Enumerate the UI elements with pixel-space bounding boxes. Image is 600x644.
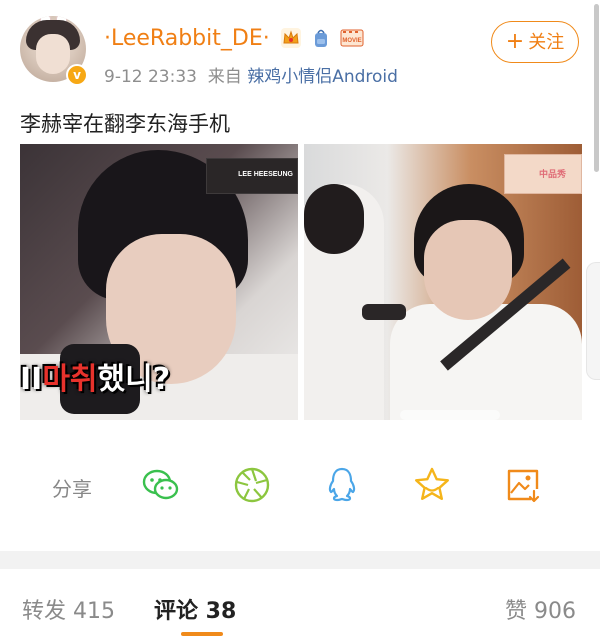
source-link[interactable]: 辣鸡小情侣Android: [247, 67, 398, 87]
crown-icon[interactable]: [280, 27, 302, 49]
movie-icon[interactable]: MOVIE: [340, 27, 364, 49]
broadcast-inset: LEE HEESEUNG: [206, 158, 298, 194]
tab-likes[interactable]: 赞 906: [505, 593, 576, 625]
username[interactable]: ·LeeRabbit_DE·: [104, 26, 270, 51]
movie-badge-label: MOVIE: [342, 38, 361, 44]
source-prefix: 来自: [207, 67, 242, 87]
plus-icon: +: [505, 29, 525, 54]
inset-label: LEE HEESEUNG: [238, 171, 293, 178]
section-divider: [0, 551, 600, 569]
share-label: 分享: [52, 477, 92, 501]
post-text: 李赫宰在翻李东海手机: [20, 112, 230, 136]
favorite-icon[interactable]: [412, 465, 452, 505]
side-drawer-handle[interactable]: [586, 262, 600, 380]
subtitle-rest: 했니?: [97, 362, 171, 397]
video-subtitle: II마취했니?: [20, 362, 171, 397]
verified-badge-icon: v: [66, 64, 88, 86]
wechat-icon[interactable]: [141, 465, 181, 505]
broadcast-inset: 中品秀: [504, 154, 582, 194]
post-image-2[interactable]: 中品秀: [304, 144, 582, 420]
inset-label: 中品秀: [539, 170, 567, 180]
timestamp: 9-12 23:33: [104, 67, 197, 87]
tab-comments[interactable]: 评论 38: [154, 593, 236, 625]
qq-icon[interactable]: [322, 465, 362, 505]
post-image-1[interactable]: LEE HEESEUNG II마취했니?: [20, 144, 298, 420]
moments-icon[interactable]: [232, 465, 272, 505]
backpack-icon[interactable]: [310, 27, 332, 49]
tab-reposts[interactable]: 转发 415: [22, 593, 115, 625]
save-image-icon[interactable]: [503, 465, 543, 505]
active-tab-indicator: [181, 632, 223, 636]
follow-button[interactable]: + 关注: [491, 21, 579, 63]
scrollbar[interactable]: [594, 4, 599, 172]
subtitle-highlight: 마취: [42, 362, 98, 397]
post-meta: 9-12 23:33 来自 辣鸡小情侣Android: [104, 62, 398, 87]
follow-label: 关注: [528, 32, 565, 53]
